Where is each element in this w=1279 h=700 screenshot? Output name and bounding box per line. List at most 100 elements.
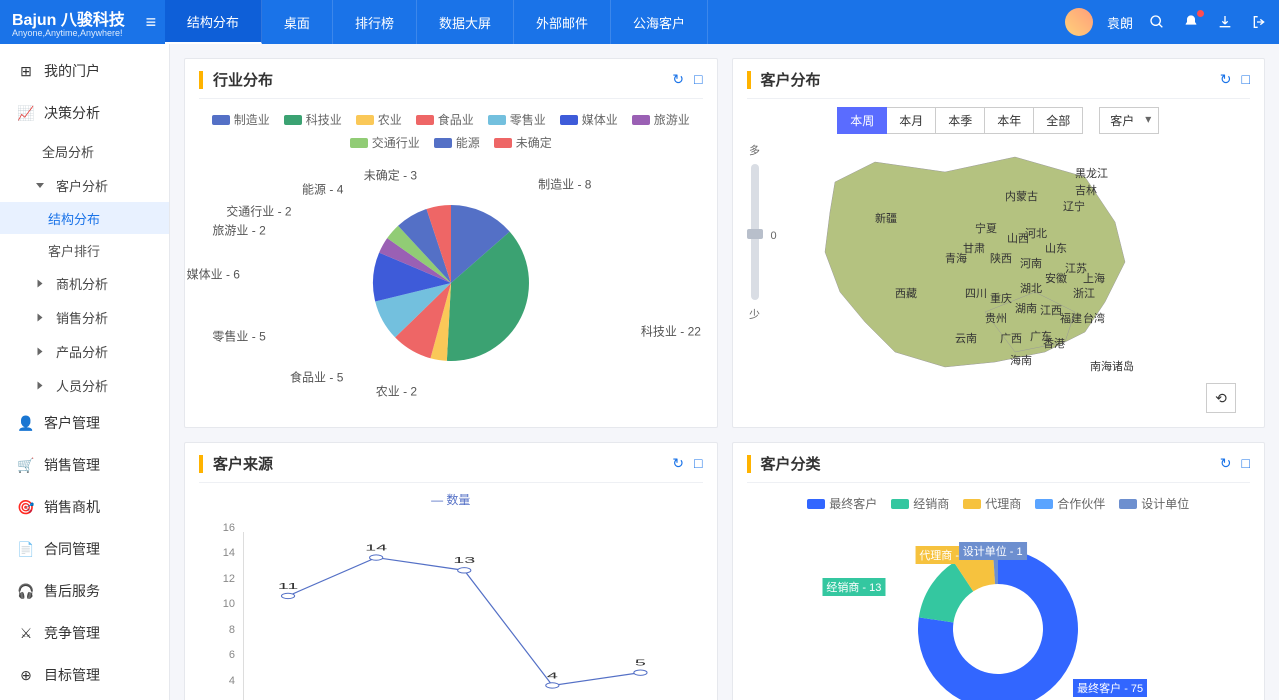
svg-text:南海诸岛: 南海诸岛 — [1090, 359, 1134, 373]
app-logo[interactable]: Bajun 八骏科技 Anyone,Anytime,Anywhere! — [0, 6, 137, 38]
legend-item[interactable]: 最终客户 — [807, 495, 877, 512]
legend-item[interactable]: 未确定 — [494, 134, 552, 151]
legend-item[interactable]: 媒体业 — [560, 111, 618, 128]
tab-pool[interactable]: 公海客户 — [611, 0, 708, 44]
hamburger-icon[interactable]: ≡ — [137, 12, 165, 33]
line-chart: 161412108642 11141345 — [199, 512, 703, 700]
person-icon: 👤 — [18, 415, 34, 431]
range-year[interactable]: 本年 — [985, 107, 1034, 134]
range-month[interactable]: 本月 — [887, 107, 936, 134]
legend-item[interactable]: 代理商 — [963, 495, 1021, 512]
exit-icon[interactable] — [1249, 12, 1269, 32]
bell-icon[interactable] — [1181, 12, 1201, 32]
svg-text:台湾: 台湾 — [1083, 311, 1105, 325]
nav-customer-rank[interactable]: 客户排行 — [0, 234, 169, 266]
svg-text:重庆: 重庆 — [990, 291, 1012, 305]
svg-text:14: 14 — [365, 543, 387, 552]
search-icon[interactable] — [1147, 12, 1167, 32]
legend-item[interactable]: 旅游业 — [632, 111, 690, 128]
panel-customer-dist: 客户分布 ↻ □ 本周 本月 本季 本年 全部 客户 多 — [732, 58, 1266, 428]
refresh-icon[interactable]: ↻ — [1220, 455, 1232, 472]
nav-sales-analysis[interactable]: 销售分析 — [0, 300, 169, 334]
user-avatar[interactable] — [1065, 8, 1093, 36]
nav-sales-mgmt[interactable]: 🛒销售管理 — [0, 444, 169, 486]
expand-icon[interactable]: □ — [1242, 71, 1250, 88]
nav-analysis[interactable]: 📈决策分析 — [0, 92, 169, 134]
svg-text:河南: 河南 — [1020, 257, 1042, 270]
nav-biz[interactable]: 商机分析 — [0, 266, 169, 300]
nav-sales-opp[interactable]: 🎯销售商机 — [0, 486, 169, 528]
pie-label: 能源 - 4 — [302, 180, 343, 197]
logo-text: Bajun 八骏科技 — [12, 12, 125, 29]
svg-text:云南: 云南 — [955, 332, 977, 345]
nav-customer-analysis[interactable]: 客户分析 — [0, 168, 169, 202]
username[interactable]: 袁朗 — [1107, 13, 1133, 32]
tab-structure[interactable]: 结构分布 — [165, 0, 262, 44]
refresh-icon[interactable]: ↻ — [672, 71, 684, 88]
caret-down-icon — [36, 183, 44, 188]
class-legend: 最终客户经销商代理商合作伙伴设计单位 — [747, 491, 1251, 514]
panel-accent — [199, 71, 203, 89]
logo-subtitle: Anyone,Anytime,Anywhere! — [12, 28, 125, 38]
header-right: 袁朗 — [1065, 8, 1269, 36]
pie-label: 旅游业 - 2 — [212, 222, 265, 239]
map-reset-icon[interactable]: ⟲ — [1206, 383, 1236, 413]
range-week[interactable]: 本周 — [837, 107, 887, 134]
panel-industry: 行业分布 ↻ □ 制造业科技业农业食品业零售业媒体业旅游业交通行业能源未确定 制… — [184, 58, 718, 428]
panel-customer-source: 客户来源 ↻ □ — 数量 161412108642 11141345 电话咨询… — [184, 442, 718, 700]
legend-item[interactable]: 经销商 — [891, 495, 949, 512]
panel-accent — [747, 71, 751, 89]
tab-ranking[interactable]: 排行榜 — [333, 0, 417, 44]
customer-select[interactable]: 客户 — [1099, 107, 1159, 134]
svg-text:贵州: 贵州 — [985, 312, 1007, 325]
panel-title: 客户分布 — [761, 69, 1220, 90]
nav-portal[interactable]: ⊞我的门户 — [0, 50, 169, 92]
legend-item[interactable]: 零售业 — [488, 111, 546, 128]
legend-item[interactable]: 农业 — [356, 111, 402, 128]
slider-zero: 0 — [771, 230, 777, 242]
nav-global[interactable]: 全局分析 — [0, 134, 169, 168]
download-icon[interactable] — [1215, 12, 1235, 32]
range-all[interactable]: 全部 — [1034, 107, 1083, 134]
nav-compete[interactable]: ⚔竞争管理 — [0, 612, 169, 654]
legend-item[interactable]: 制造业 — [212, 111, 270, 128]
expand-icon[interactable]: □ — [1242, 455, 1250, 472]
nav-person-analysis[interactable]: 人员分析 — [0, 368, 169, 402]
expand-icon[interactable]: □ — [694, 455, 702, 472]
tab-mail[interactable]: 外部邮件 — [514, 0, 611, 44]
refresh-icon[interactable]: ↻ — [672, 455, 684, 472]
legend-item[interactable]: 能源 — [434, 134, 480, 151]
race-icon: ⚔ — [18, 625, 34, 641]
svg-text:江西: 江西 — [1040, 304, 1062, 317]
map-area: 多 少 0 黑龙江吉林辽宁内蒙古新疆宁夏山西河北山东青海甘肃陕西河南安徽江苏上海… — [747, 142, 1251, 402]
panel-customer-class: 客户分类 ↻ □ 最终客户经销商代理商合作伙伴设计单位 最终客户 - 75经销商… — [732, 442, 1266, 700]
content-area: 行业分布 ↻ □ 制造业科技业农业食品业零售业媒体业旅游业交通行业能源未确定 制… — [170, 44, 1279, 700]
nav-product-analysis[interactable]: 产品分析 — [0, 334, 169, 368]
refresh-icon[interactable]: ↻ — [1220, 71, 1232, 88]
time-range: 本周 本月 本季 本年 全部 客户 — [747, 107, 1251, 134]
svg-text:陕西: 陕西 — [990, 251, 1012, 265]
file-icon: 📄 — [18, 541, 34, 557]
legend-item[interactable]: 合作伙伴 — [1035, 495, 1105, 512]
main-tabs: 结构分布 桌面 排行榜 数据大屏 外部邮件 公海客户 — [165, 0, 708, 44]
panel-title: 客户来源 — [213, 453, 672, 474]
legend-item[interactable]: 设计单位 — [1119, 495, 1189, 512]
legend-item[interactable]: 科技业 — [284, 111, 342, 128]
donut-label: 最终客户 - 75 — [1073, 679, 1147, 697]
pie-label: 制造业 - 8 — [538, 175, 591, 192]
tab-bigscreen[interactable]: 数据大屏 — [417, 0, 514, 44]
legend-item[interactable]: 食品业 — [416, 111, 474, 128]
china-map[interactable]: 黑龙江吉林辽宁内蒙古新疆宁夏山西河北山东青海甘肃陕西河南安徽江苏上海西藏四川重庆… — [785, 142, 1145, 382]
svg-text:4: 4 — [547, 671, 558, 680]
nav-aftersale[interactable]: 🎧售后服务 — [0, 570, 169, 612]
expand-icon[interactable]: □ — [694, 71, 702, 88]
tab-desktop[interactable]: 桌面 — [262, 0, 333, 44]
nav-contract[interactable]: 📄合同管理 — [0, 528, 169, 570]
chart-icon: 📈 — [18, 105, 34, 121]
density-slider[interactable]: 多 少 — [747, 142, 763, 322]
range-quarter[interactable]: 本季 — [936, 107, 985, 134]
nav-customer-mgmt[interactable]: 👤客户管理 — [0, 402, 169, 444]
legend-item[interactable]: 交通行业 — [350, 134, 420, 151]
nav-target[interactable]: ⊕目标管理 — [0, 654, 169, 696]
nav-structure[interactable]: 结构分布 — [0, 202, 169, 234]
